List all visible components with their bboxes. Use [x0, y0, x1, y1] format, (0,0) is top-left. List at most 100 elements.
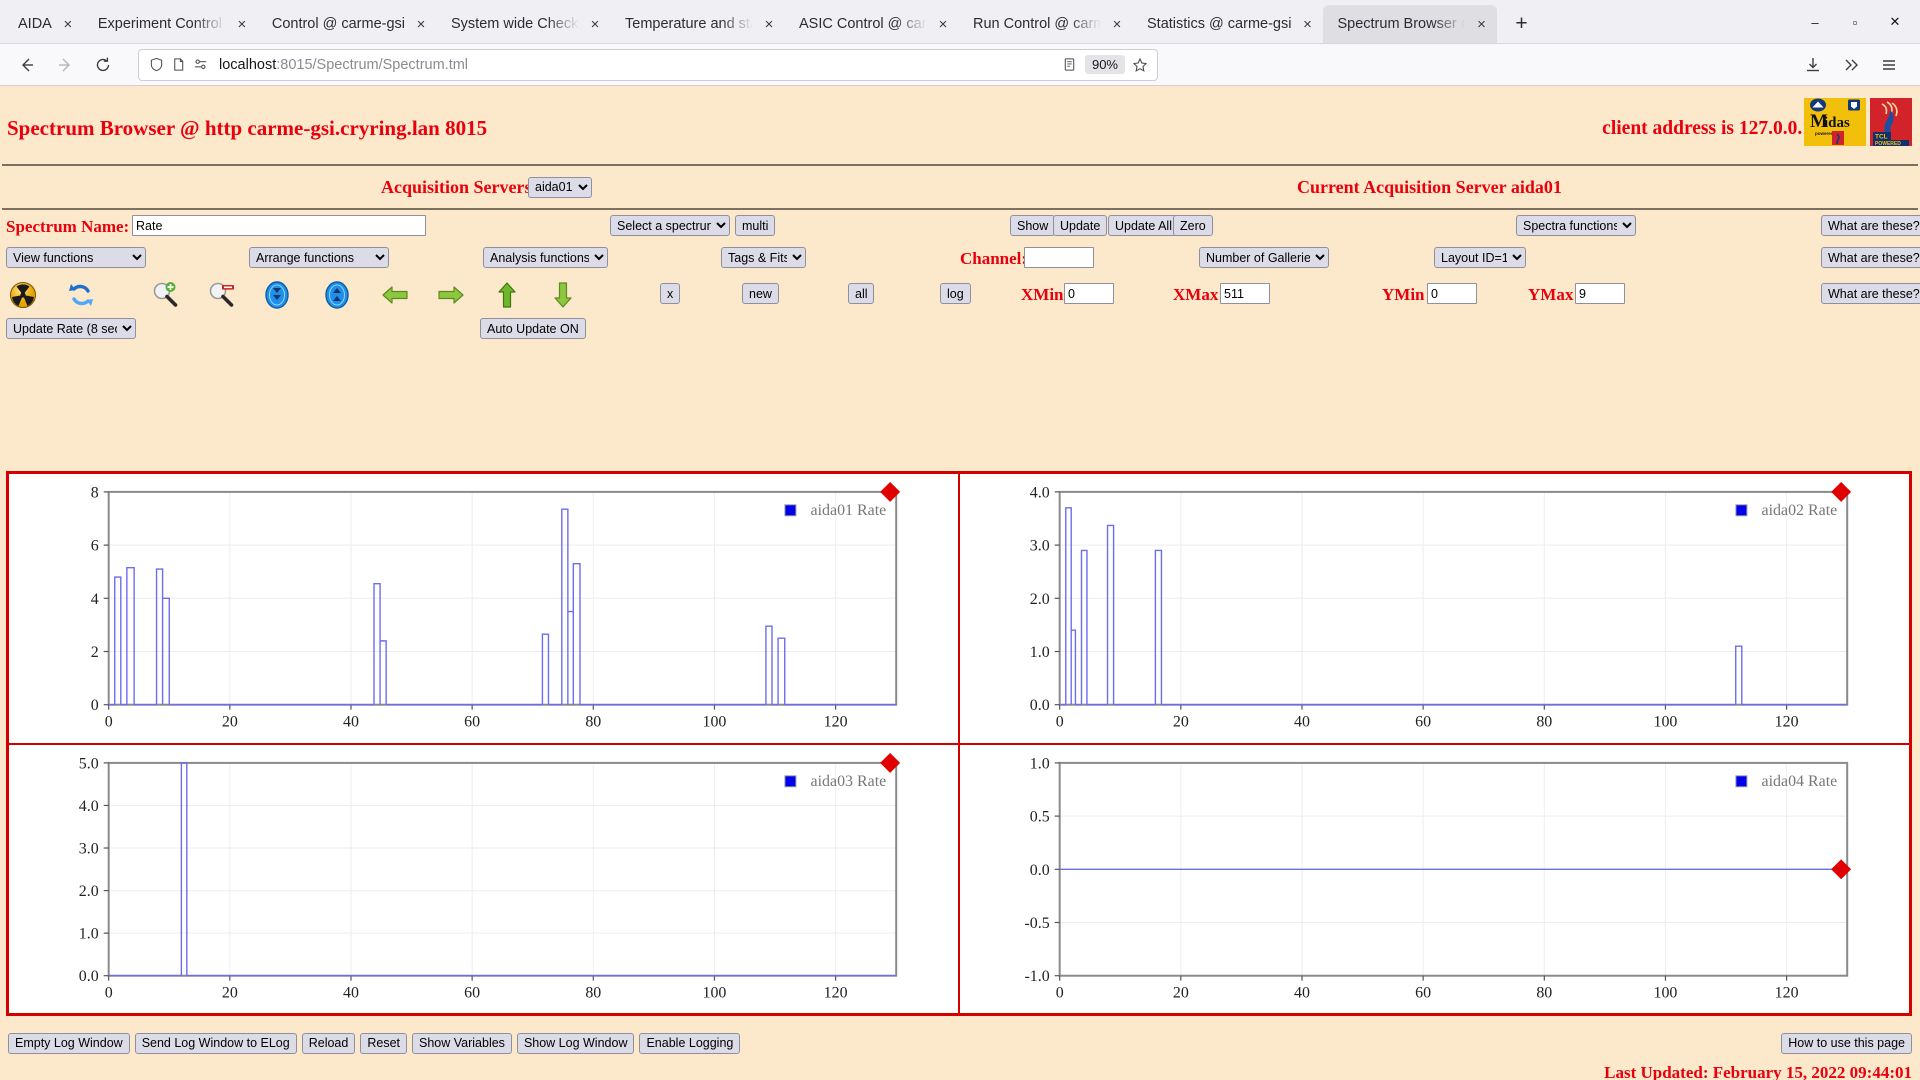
svg-text:1.0: 1.0	[1030, 755, 1050, 772]
how-to-use-this-page-button[interactable]: How to use this page	[1781, 1033, 1912, 1054]
zoom-in-icon[interactable]	[150, 280, 180, 310]
browser-tab[interactable]: Statistics @ carme-gsi×	[1133, 5, 1323, 43]
tab-close-icon[interactable]: ×	[1297, 14, 1317, 34]
tab-title: Experiment Control @ carme-gsi	[98, 16, 226, 32]
reader-view-icon[interactable]	[1059, 54, 1081, 76]
send-log-window-to-elog-button[interactable]: Send Log Window to ELog	[135, 1033, 297, 1054]
arrow-right-icon[interactable]	[436, 280, 466, 310]
select-spectrum-dropdown[interactable]: Select a spectrum	[610, 215, 730, 236]
browser-tab[interactable]: AIDA×	[4, 5, 84, 43]
arrow-left-icon[interactable]	[380, 280, 410, 310]
page-header: Spectrum Browser @ http carme-gsi.cryrin…	[0, 86, 1920, 164]
tab-title: Spectrum Browser @ carme-gsi	[1337, 16, 1465, 32]
arrow-down-icon[interactable]	[548, 280, 578, 310]
svg-text:100: 100	[1654, 714, 1678, 731]
show-button[interactable]: Show	[1010, 215, 1055, 236]
spectrum-name-input[interactable]	[132, 215, 426, 236]
shield-icon[interactable]	[145, 54, 167, 76]
browser-tab[interactable]: Spectrum Browser @ carme-gsi ×	[1323, 5, 1497, 43]
maximize-icon[interactable]: ▫	[1836, 8, 1874, 36]
chart-cell-aida03[interactable]: 0204060801001200.01.02.03.04.05.0aida03 …	[8, 744, 959, 1015]
multi-button[interactable]: multi	[735, 215, 775, 236]
ymin-input[interactable]	[1427, 283, 1477, 304]
svg-text:4: 4	[91, 591, 99, 608]
arrow-up-icon[interactable]	[492, 280, 522, 310]
all-button[interactable]: all	[848, 283, 874, 304]
spectra-functions-dropdown[interactable]: Spectra functions	[1516, 215, 1636, 236]
chart-cell-aida01[interactable]: 02040608010012002468aida01 Rate	[8, 473, 959, 744]
zero-button[interactable]: Zero	[1173, 215, 1213, 236]
tab-title: Control @ carme-gsi	[272, 16, 405, 32]
what-are-these-button-3[interactable]: What are these?	[1821, 283, 1920, 304]
tab-title: Temperature and status sensors	[625, 16, 753, 32]
compress-vertical-icon[interactable]	[262, 280, 292, 310]
arrange-functions-dropdown[interactable]: Arrange functions	[249, 247, 389, 268]
tab-close-icon[interactable]: ×	[1471, 14, 1491, 34]
xmax-input[interactable]	[1220, 283, 1270, 304]
tab-close-icon[interactable]: ×	[411, 14, 431, 34]
download-icon[interactable]	[1796, 49, 1830, 81]
expand-vertical-icon[interactable]	[322, 280, 352, 310]
what-are-these-button-1[interactable]: What are these?	[1821, 215, 1920, 236]
update-all-button[interactable]: Update All	[1108, 215, 1179, 236]
close-icon[interactable]: ✕	[1876, 8, 1914, 36]
empty-log-window-button[interactable]: Empty Log Window	[8, 1033, 130, 1054]
browser-tab[interactable]: System wide Checks @ carme-gsi×	[437, 5, 611, 43]
reload-icon[interactable]	[86, 49, 120, 81]
tab-close-icon[interactable]: ×	[232, 14, 252, 34]
analysis-functions-dropdown[interactable]: Analysis functions	[483, 247, 608, 268]
enable-logging-button[interactable]: Enable Logging	[639, 1033, 740, 1054]
tab-close-icon[interactable]: ×	[585, 14, 605, 34]
star-icon[interactable]	[1129, 54, 1151, 76]
menu-icon[interactable]	[1872, 49, 1906, 81]
zoom-level-badge[interactable]: 90%	[1085, 55, 1125, 74]
new-button[interactable]: new	[742, 283, 779, 304]
svg-text:40: 40	[343, 984, 359, 1001]
svg-text:0.0: 0.0	[79, 968, 99, 985]
chart-cell-aida02[interactable]: 0204060801001200.01.02.03.04.0aida02 Rat…	[959, 473, 1910, 744]
svg-text:100: 100	[703, 984, 727, 1001]
browser-tab[interactable]: ASIC Control @ carme-gsi×	[785, 5, 959, 43]
number-of-galleries-dropdown[interactable]: Number of Galleries	[1199, 247, 1329, 268]
channel-input[interactable]	[1024, 247, 1094, 268]
url-bar[interactable]: localhost:8015/Spectrum/Spectrum.tml 90%	[138, 49, 1158, 81]
update-button[interactable]: Update	[1053, 215, 1107, 236]
browser-tab[interactable]: Temperature and status sensors ×	[611, 5, 785, 43]
chart-cell-aida04[interactable]: 020406080100120-1.0-0.50.00.51.0aida04 R…	[959, 744, 1910, 1015]
zoom-out-icon[interactable]	[206, 280, 236, 310]
radioactive-icon[interactable]	[8, 280, 38, 310]
functions-row: View functions Arrange functions Analysi…	[0, 244, 1920, 278]
browser-tab[interactable]: Experiment Control @ carme-gsi ×	[84, 5, 258, 43]
layout-id-dropdown[interactable]: Layout ID=1	[1434, 247, 1526, 268]
show-log-window-button[interactable]: Show Log Window	[517, 1033, 635, 1054]
reset-button[interactable]: Reset	[360, 1033, 407, 1054]
browser-tab[interactable]: Control @ carme-gsi ×	[258, 5, 437, 43]
update-rate-dropdown[interactable]: Update Rate (8 secs)	[6, 318, 136, 339]
ymax-input[interactable]	[1575, 283, 1625, 304]
new-tab-button[interactable]: +	[1505, 8, 1537, 40]
tab-close-icon[interactable]: ×	[1107, 14, 1127, 34]
x-button[interactable]: x	[660, 283, 680, 304]
browser-tab[interactable]: Run Control @ carme-gsi×	[959, 5, 1133, 43]
svg-text:0: 0	[1056, 984, 1064, 1001]
what-are-these-button-2[interactable]: What are these?	[1821, 247, 1920, 268]
tab-close-icon[interactable]: ×	[58, 14, 78, 34]
minimize-icon[interactable]: –	[1796, 8, 1834, 36]
permissions-icon[interactable]	[189, 54, 211, 76]
log-button[interactable]: log	[940, 283, 971, 304]
page-icon[interactable]	[167, 54, 189, 76]
view-functions-dropdown[interactable]: View functions	[6, 247, 146, 268]
tags-fits-dropdown[interactable]: Tags & Fits	[721, 247, 806, 268]
refresh-icon[interactable]	[66, 280, 96, 310]
tab-close-icon[interactable]: ×	[933, 14, 953, 34]
svg-text:20: 20	[1173, 714, 1189, 731]
svg-text:80: 80	[1536, 714, 1552, 731]
reload-button[interactable]: Reload	[302, 1033, 356, 1054]
tab-close-icon[interactable]: ×	[759, 14, 779, 34]
xmin-input[interactable]	[1064, 283, 1114, 304]
show-variables-button[interactable]: Show Variables	[412, 1033, 512, 1054]
acquisition-server-select[interactable]: aida01	[528, 177, 592, 198]
auto-update-button[interactable]: Auto Update ON	[480, 318, 586, 339]
back-icon[interactable]	[10, 49, 44, 81]
overflow-icon[interactable]	[1834, 49, 1868, 81]
